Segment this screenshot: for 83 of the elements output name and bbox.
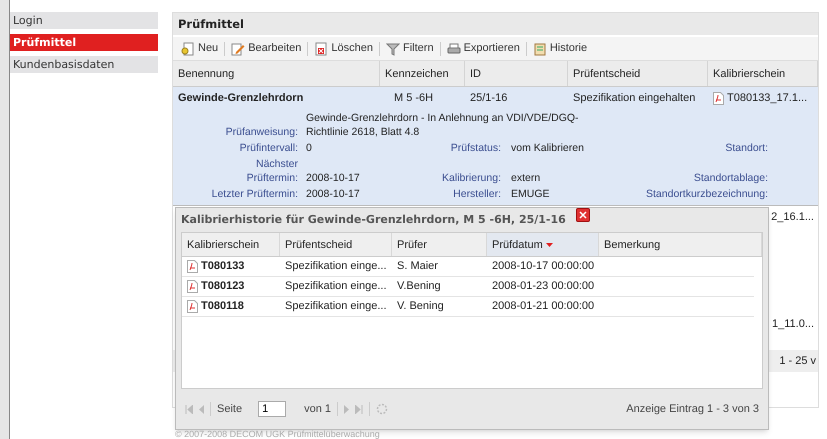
table-cell-text: 2008-01-23 00:00:00 <box>491 279 596 294</box>
history-row[interactable]: T080118 Spezifikation einge... V. Bening 2008-01-21 00:00:00 <box>182 297 754 317</box>
detail-label: Hersteller: <box>452 187 501 201</box>
column-header[interactable]: Kennzeichen <box>380 61 465 86</box>
expanded-table-row[interactable] <box>173 87 818 206</box>
detail-label: Standort: <box>724 141 768 155</box>
toolbar-button[interactable]: Historie <box>532 40 588 57</box>
detail-label: Standortkurzbezeichnung: <box>645 187 768 201</box>
footer-text: © 2007-2008 DECOM UGK Prüfmittelüberwachung <box>175 428 380 439</box>
table-cell-text: S. Maier <box>396 259 439 274</box>
detail-value: 0 <box>306 141 313 155</box>
history-row[interactable]: T080133 Spezifikation einge... S. Maier 2008-10-17 00:00:00 <box>182 257 754 277</box>
detail-value: extern <box>511 171 542 185</box>
column-header[interactable]: ID <box>465 61 568 86</box>
table-cell-text: V.Bening <box>396 279 442 294</box>
column-header[interactable]: Prüfentscheid <box>568 61 708 86</box>
refresh-icon <box>376 403 388 415</box>
paging-summary: 1 - 25 v <box>779 354 816 369</box>
sidebar-item[interactable]: Prüfmittel <box>10 34 158 51</box>
table-cell: T080133 <box>182 258 280 275</box>
sort-descending-icon <box>546 242 553 246</box>
previous-page-icon <box>199 404 204 414</box>
sidebar-item[interactable]: Kundenbasisdaten <box>10 56 158 73</box>
pdf-file-icon <box>187 260 198 273</box>
toolbar-button[interactable]: Neu <box>181 40 218 57</box>
page-label: Seite <box>217 402 242 417</box>
detail-label: Nächster Prüftermin: <box>246 157 298 185</box>
detail-value: EMUGE <box>511 187 551 201</box>
table-cell-text: 2_16.1... <box>771 210 814 225</box>
column-header[interactable]: Kalibrierschein <box>708 61 818 86</box>
pdf-file-icon <box>187 300 198 313</box>
table-cell-text: Spezifikation einge... <box>284 299 388 314</box>
detail-label: Standortablage: <box>692 171 768 185</box>
delete-document-icon <box>314 42 328 56</box>
column-header[interactable]: Prüfdatum <box>487 233 599 256</box>
toolbar-button[interactable]: Filtern <box>386 40 434 57</box>
table-cell-text: Gewinde-Grenzlehrdorn <box>177 90 304 106</box>
detail-value: 2008-10-17 <box>306 187 361 201</box>
scroll-document-icon <box>532 42 547 56</box>
page-number-field[interactable]: 1 <box>258 401 286 417</box>
first-page-icon <box>185 404 193 414</box>
detail-label: Prüfstatus: <box>450 141 501 155</box>
printer-icon <box>446 42 461 56</box>
table-cell-text: Spezifikation eingehalten <box>572 90 696 106</box>
history-row[interactable]: T080123 Spezifikation einge... V.Bening 2008-01-23 00:00:00 <box>182 277 754 297</box>
column-header[interactable]: Prüfentscheid <box>280 233 392 256</box>
edit-pencil-icon <box>231 42 246 56</box>
detail-value: vom Kalibrieren <box>511 141 585 155</box>
last-page-icon <box>355 404 363 414</box>
toolbar-button[interactable]: Exportieren <box>446 40 520 57</box>
toolbar-button[interactable]: Löschen <box>314 40 373 57</box>
table-cell: T080118 <box>182 298 280 315</box>
detail-label: Prüfanweisung: <box>224 125 298 139</box>
table-cell: T080123 <box>182 278 280 295</box>
table-cell-text: 2008-10-17 00:00:00 <box>491 259 596 274</box>
table-cell-text: Spezifikation einge... <box>284 259 388 274</box>
detail-value: 2008-10-17 <box>306 171 361 185</box>
toolbar-button[interactable]: Bearbeiten <box>231 40 302 57</box>
next-page-icon <box>344 404 349 414</box>
pdf-file-icon <box>713 92 724 104</box>
table-cell-text: V. Bening <box>396 299 445 314</box>
table-cell-text: M 5 -6H <box>393 90 434 106</box>
pager-summary: Anzeige Eintrag 1 - 3 von 3 <box>626 402 759 417</box>
table-cell-text: 1_11.0... <box>772 316 814 332</box>
column-header[interactable]: Bemerkung <box>599 233 762 256</box>
detail-label: Prüfintervall: <box>238 141 298 155</box>
column-header[interactable]: Kalibrierschein <box>182 233 280 256</box>
column-header[interactable]: Benennung <box>173 61 380 86</box>
sidebar-item[interactable]: Login <box>10 12 158 29</box>
table-cell-text: Spezifikation einge... <box>284 279 388 294</box>
filter-funnel-icon <box>386 42 400 56</box>
detail-label: Kalibrierung: <box>441 171 501 185</box>
close-button[interactable] <box>576 208 590 222</box>
panel-title: Prüfmittel <box>173 13 818 35</box>
page-count: von 1 <box>304 402 331 417</box>
pdf-file-icon <box>187 280 198 293</box>
table-cell-text: 25/1-16 <box>469 90 508 106</box>
dialog-title: Kalibrierhistorie für Gewinde-Grenzlehrdorn, M 5 -6H, 25/1-16 <box>181 212 566 228</box>
table-cell: T080133_17.1... <box>708 90 818 106</box>
new-document-icon <box>181 42 195 56</box>
table-cell-text: 2008-01-21 00:00:00 <box>491 299 596 314</box>
close-icon <box>579 211 587 219</box>
detail-label: Letzter Prüftermin: <box>210 187 298 201</box>
